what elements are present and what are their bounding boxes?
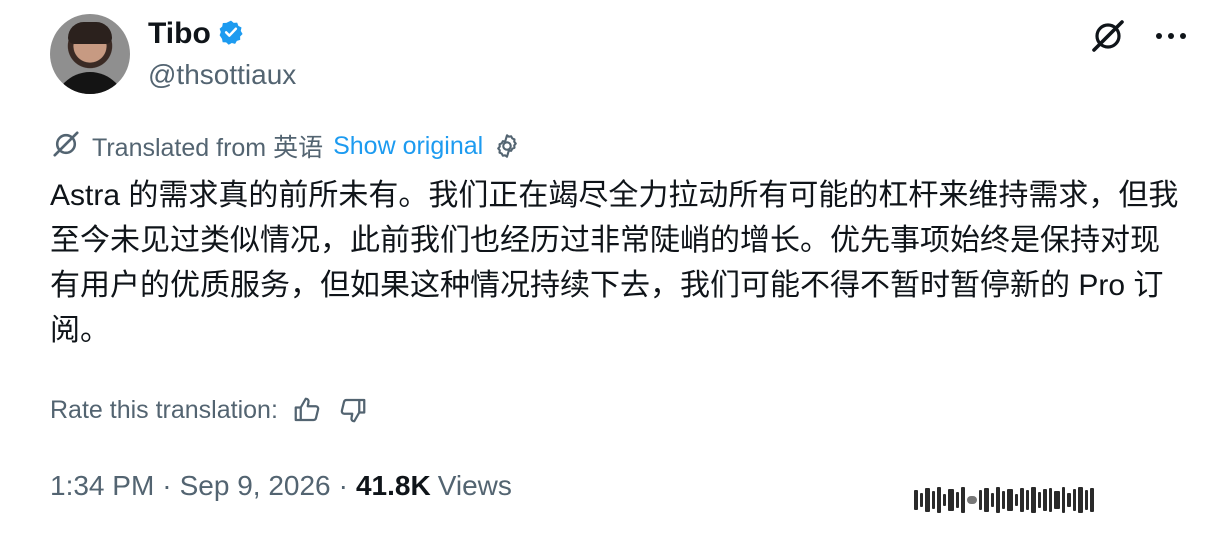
translation-settings-gear-icon[interactable]: [493, 132, 521, 160]
tweet-time[interactable]: 1:34 PM: [50, 468, 154, 504]
top-actions: [1088, 16, 1188, 56]
tweet-text: Astra 的需求真的前所未有。我们正在竭尽全力拉动所有可能的杠杆来维持需求，但…: [50, 179, 1179, 347]
views-label: Views: [437, 470, 512, 501]
grok-icon[interactable]: [1088, 16, 1128, 56]
more-options-icon[interactable]: [1154, 31, 1188, 41]
avatar-shirt: [54, 72, 126, 94]
rate-translation-label: Rate this translation:: [50, 395, 278, 424]
translation-bar: Translated from 英语 Show original: [50, 128, 521, 164]
meta-separator: ·: [338, 470, 348, 501]
verified-badge-icon: [218, 19, 244, 50]
thumbs-down-icon[interactable]: [338, 395, 368, 425]
watermark-graphic: [914, 482, 1200, 518]
meta-separator: ·: [162, 470, 172, 501]
author-name[interactable]: Tibo: [148, 16, 211, 52]
avatar[interactable]: [50, 14, 130, 94]
thumbs-up-icon[interactable]: [292, 395, 322, 425]
views-count: 41.8K: [355, 470, 431, 501]
avatar-hair: [68, 22, 112, 44]
grok-translate-icon: [50, 128, 82, 165]
tweet-date[interactable]: Sep 9, 2026: [180, 468, 331, 504]
rate-translation-row: Rate this translation:: [50, 392, 384, 428]
translated-from-label: Translated from 英语: [92, 134, 324, 162]
author-name-row: Tibo: [148, 16, 244, 52]
author-handle[interactable]: @thsottiaux: [148, 58, 296, 92]
show-original-link[interactable]: Show original: [333, 132, 483, 161]
tweet-meta: 1:34 PM · Sep 9, 2026 · 41.8K Views: [50, 468, 512, 504]
